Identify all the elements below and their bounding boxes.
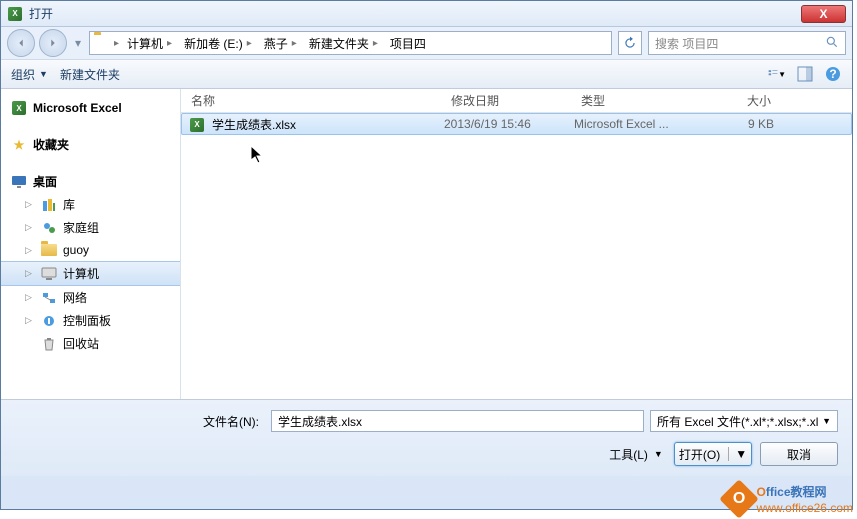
svg-text:?: ? xyxy=(829,67,836,81)
file-size: 9 KB xyxy=(704,117,774,131)
close-icon: X xyxy=(819,7,827,21)
chevron-down-icon: ▼ xyxy=(654,449,663,459)
nav-history-dropdown[interactable]: ▾ xyxy=(71,36,85,50)
open-button[interactable]: 打开(O)▼ xyxy=(674,442,752,466)
computer-icon xyxy=(41,266,57,282)
main-content: XMicrosoft Excel ★收藏夹 桌面 ▷库 ▷家庭组 ▷guoy ▷… xyxy=(1,89,852,399)
dialog-footer: 文件名(N): 所有 Excel 文件(*.xl*;*.xlsx;*.xl ▼ … xyxy=(1,399,852,476)
search-placeholder: 搜索 项目四 xyxy=(655,35,718,52)
chevron-right-icon: ▸ xyxy=(167,38,172,49)
chevron-right-icon: ▸ xyxy=(373,38,378,49)
file-row[interactable]: X 学生成绩表.xlsx 2013/6/19 15:46 Microsoft E… xyxy=(181,113,852,135)
tools-button[interactable]: 工具(L)▼ xyxy=(606,442,666,466)
chevron-down-icon: ▼ xyxy=(822,416,831,426)
chevron-down-icon: ▼ xyxy=(728,447,747,461)
column-header-modified[interactable]: 修改日期 xyxy=(441,92,571,109)
control-panel-icon xyxy=(41,313,57,329)
breadcrumb-item[interactable]: 计算机▸ xyxy=(123,35,176,52)
breadcrumb-item[interactable]: 燕子▸ xyxy=(260,35,301,52)
help-button[interactable]: ? xyxy=(824,65,842,83)
breadcrumb-item[interactable]: 新加卷 (E:)▸ xyxy=(180,35,256,52)
forward-button[interactable] xyxy=(39,29,67,57)
excel-file-icon: X xyxy=(190,116,206,132)
back-button[interactable] xyxy=(7,29,35,57)
filename-label: 文件名(N): xyxy=(15,413,265,430)
file-modified: 2013/6/19 15:46 xyxy=(444,117,574,131)
search-icon xyxy=(825,35,839,52)
sidebar-item-network[interactable]: ▷网络 xyxy=(1,286,180,309)
file-name: 学生成绩表.xlsx xyxy=(212,116,444,133)
column-header-name[interactable]: 名称 xyxy=(181,92,441,109)
column-headers: 名称 修改日期 类型 大小 xyxy=(181,89,852,113)
preview-pane-button[interactable] xyxy=(796,65,814,83)
view-options-button[interactable]: ▼ xyxy=(768,65,786,83)
file-list-area: 名称 修改日期 类型 大小 X 学生成绩表.xlsx 2013/6/19 15:… xyxy=(181,89,852,399)
watermark-url: www.office26.com xyxy=(757,501,854,515)
window-title: 打开 xyxy=(29,5,801,22)
open-file-dialog: X 打开 X ▾ ▸ 计算机▸ 新加卷 (E:)▸ 燕子▸ 新建文件夹▸ 项目四… xyxy=(0,0,853,510)
breadcrumb-item[interactable]: 项目四 xyxy=(386,35,430,52)
search-input[interactable]: 搜索 项目四 xyxy=(648,31,846,55)
sidebar-item-recycle-bin[interactable]: 回收站 xyxy=(1,332,180,355)
chevron-right-icon: ▸ xyxy=(114,38,119,49)
expand-icon: ▷ xyxy=(25,268,35,279)
sidebar-item-desktop[interactable]: 桌面 xyxy=(1,170,180,193)
filename-input[interactable] xyxy=(271,410,644,432)
refresh-icon xyxy=(623,36,637,50)
watermark-logo-icon: O xyxy=(719,479,759,519)
navigation-bar: ▾ ▸ 计算机▸ 新加卷 (E:)▸ 燕子▸ 新建文件夹▸ 项目四 搜索 项目四 xyxy=(1,27,852,59)
file-type-filter[interactable]: 所有 Excel 文件(*.xl*;*.xlsx;*.xl ▼ xyxy=(650,410,838,432)
close-button[interactable]: X xyxy=(801,5,846,23)
sidebar-item-computer[interactable]: ▷计算机 xyxy=(1,261,180,286)
column-header-type[interactable]: 类型 xyxy=(571,92,701,109)
arrow-right-icon xyxy=(46,36,60,50)
chevron-down-icon: ▼ xyxy=(39,69,48,79)
address-bar[interactable]: ▸ 计算机▸ 新加卷 (E:)▸ 燕子▸ 新建文件夹▸ 项目四 xyxy=(89,31,612,55)
star-icon: ★ xyxy=(11,137,27,153)
arrow-left-icon xyxy=(14,36,28,50)
folder-icon xyxy=(94,35,110,51)
title-bar: X 打开 X xyxy=(1,1,852,27)
sidebar-item-libraries[interactable]: ▷库 xyxy=(1,193,180,216)
expand-icon: ▷ xyxy=(25,315,35,326)
sidebar-item-control-panel[interactable]: ▷控制面板 xyxy=(1,309,180,332)
sidebar-item-favorites[interactable]: ★收藏夹 xyxy=(1,133,180,156)
chevron-right-icon: ▸ xyxy=(247,38,252,49)
expand-icon: ▷ xyxy=(25,199,35,210)
breadcrumb-item[interactable]: 新建文件夹▸ xyxy=(305,35,382,52)
watermark-brand: Office教程网 xyxy=(757,483,854,501)
toolbar: 组织▼ 新建文件夹 ▼ ? xyxy=(1,59,852,89)
sidebar-item-excel[interactable]: XMicrosoft Excel xyxy=(1,97,180,119)
sidebar-item-homegroup[interactable]: ▷家庭组 xyxy=(1,216,180,239)
excel-icon: X xyxy=(11,100,27,116)
network-icon xyxy=(41,290,57,306)
refresh-button[interactable] xyxy=(618,31,642,55)
file-type: Microsoft Excel ... xyxy=(574,117,704,131)
navigation-sidebar: XMicrosoft Excel ★收藏夹 桌面 ▷库 ▷家庭组 ▷guoy ▷… xyxy=(1,89,181,399)
user-folder-icon xyxy=(41,242,57,258)
expand-icon: ▷ xyxy=(25,222,35,233)
recycle-bin-icon xyxy=(41,336,57,352)
watermark: O Office教程网 www.office26.com xyxy=(725,483,854,515)
excel-app-icon: X xyxy=(7,6,23,22)
chevron-right-icon: ▸ xyxy=(292,38,297,49)
expand-icon: ▷ xyxy=(25,292,35,303)
organize-button[interactable]: 组织▼ xyxy=(11,66,48,83)
file-list: X 学生成绩表.xlsx 2013/6/19 15:46 Microsoft E… xyxy=(181,113,852,399)
homegroup-icon xyxy=(41,220,57,236)
library-icon xyxy=(41,197,57,213)
new-folder-button[interactable]: 新建文件夹 xyxy=(60,66,120,83)
expand-icon: ▷ xyxy=(25,245,35,256)
desktop-icon xyxy=(11,174,27,190)
column-header-size[interactable]: 大小 xyxy=(701,92,781,109)
sidebar-item-user[interactable]: ▷guoy xyxy=(1,239,180,261)
cancel-button[interactable]: 取消 xyxy=(760,442,838,466)
